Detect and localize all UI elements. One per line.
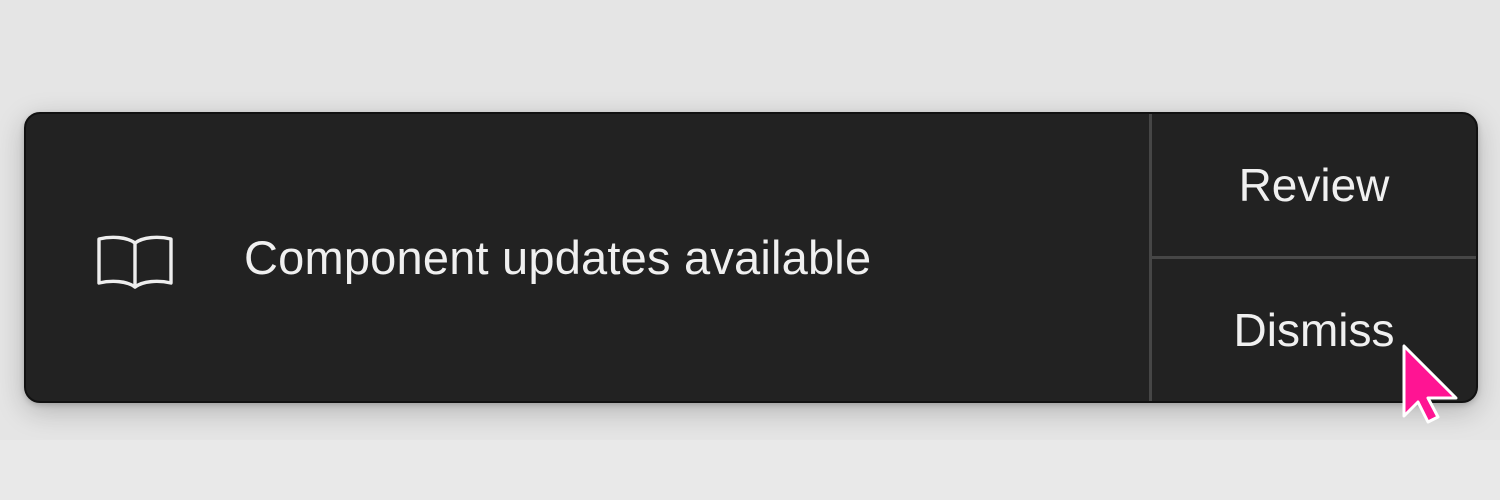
update-toast: Component updates available Review Dismi… — [24, 112, 1478, 403]
page-lower-band — [0, 440, 1500, 500]
toast-actions: Review Dismiss — [1149, 114, 1476, 401]
dismiss-button[interactable]: Dismiss — [1152, 256, 1476, 401]
review-button[interactable]: Review — [1152, 114, 1476, 256]
book-open-icon — [94, 231, 176, 291]
toast-message: Component updates available — [244, 231, 872, 284]
toast-message-area: Component updates available — [26, 114, 1149, 401]
